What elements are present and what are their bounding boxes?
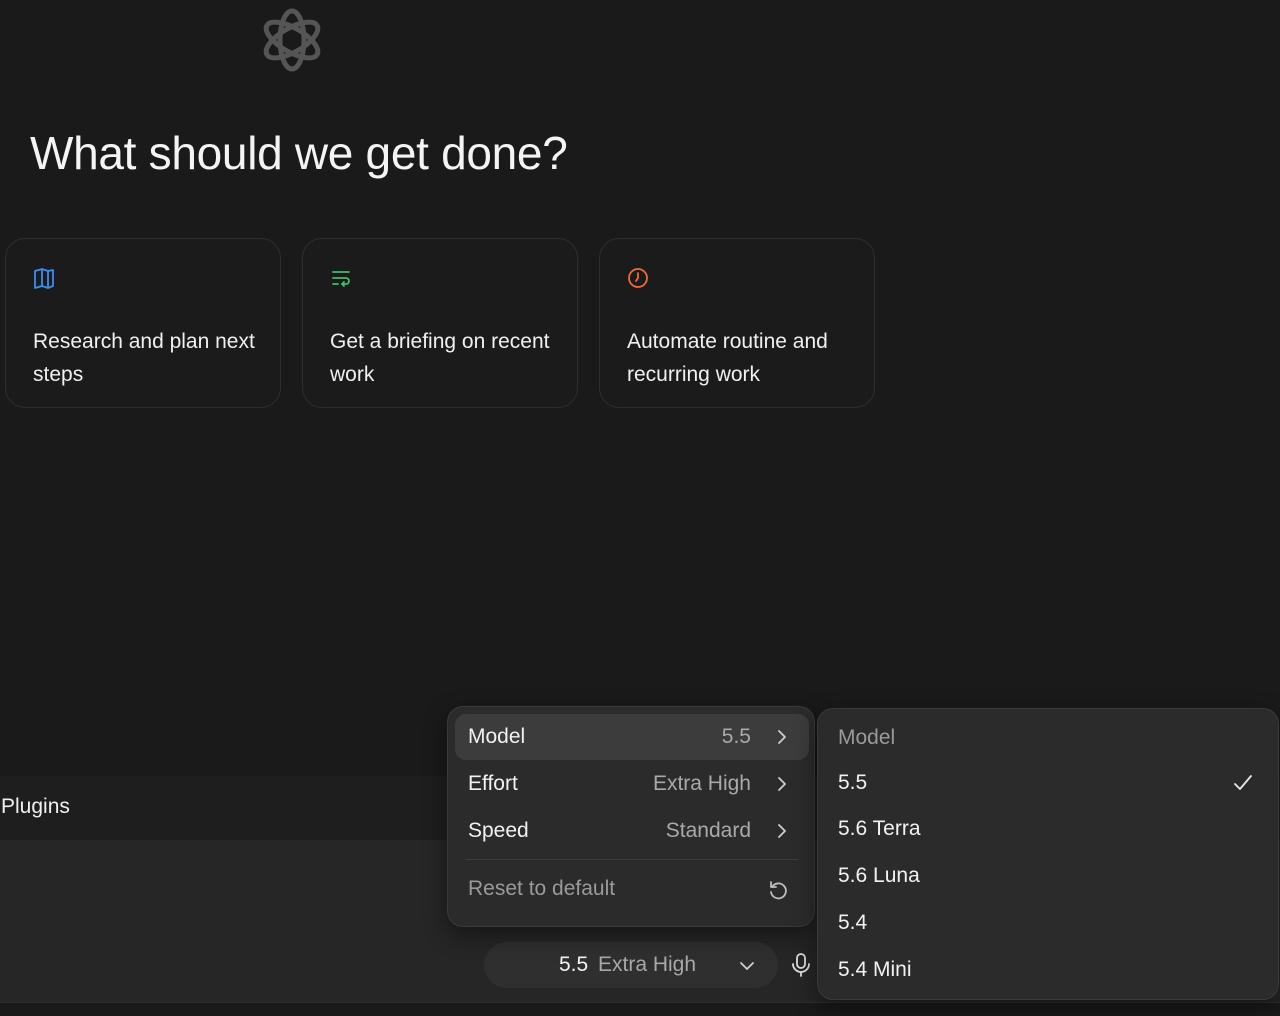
reset-to-default-button[interactable]: Reset to default — [455, 866, 809, 912]
model-selector-model: 5.5 — [559, 953, 589, 976]
menu-item-label: Model — [468, 725, 526, 748]
model-option-5-6-terra[interactable]: 5.6 Terra — [826, 807, 1270, 851]
page-title: What should we get done? — [30, 127, 568, 179]
model-option-label: 5.5 — [838, 771, 868, 794]
menu-item-label: Reset to default — [468, 877, 616, 900]
clock-icon — [628, 268, 648, 288]
chevron-right-icon — [778, 824, 786, 838]
model-option-5-4[interactable]: 5.4 — [826, 901, 1270, 945]
book-open-icon — [34, 268, 54, 289]
model-selector-button[interactable]: 5.5 Extra High — [484, 942, 778, 988]
openai-logo-icon — [263, 8, 321, 72]
suggestion-card-briefing[interactable]: Get a briefing on recent work — [302, 238, 578, 408]
app-window: What should we get done? Research and pl… — [0, 0, 1280, 1016]
model-submenu: Model 5.5 5.6 Terra 5.6 Luna 5.4 5.4 Min… — [817, 708, 1279, 1000]
suggestion-card-text: Automate routine and recurring work — [627, 330, 828, 386]
model-option-5-5[interactable]: 5.5 — [826, 761, 1270, 805]
model-option-label: 5.4 — [838, 911, 868, 934]
model-selector-effort: Extra High — [598, 953, 697, 976]
model-option-5-4-mini[interactable]: 5.4 Mini — [826, 948, 1270, 992]
checkmark-icon — [1234, 775, 1252, 790]
menu-item-value: Standard — [665, 819, 751, 842]
model-option-5-6-luna[interactable]: 5.6 Luna — [826, 854, 1270, 898]
plugins-label[interactable]: Plugins — [1, 795, 70, 819]
menu-item-effort[interactable]: Effort Extra High — [455, 761, 809, 807]
model-settings-menu: Model 5.5 Effort Extra High Speed Standa… — [447, 706, 815, 927]
chevron-right-icon — [778, 730, 786, 744]
menu-item-value: Extra High — [652, 772, 751, 795]
model-option-label: 5.4 Mini — [838, 958, 912, 981]
chevron-right-icon — [778, 777, 786, 791]
list-wrap-icon — [332, 271, 350, 287]
menu-item-label: Effort — [468, 772, 518, 795]
menu-item-model[interactable]: Model 5.5 — [455, 714, 809, 760]
suggestion-card-text: Get a briefing on recent work — [330, 330, 550, 386]
suggestion-card-research[interactable]: Research and plan next steps — [5, 238, 281, 408]
submenu-title: Model — [838, 726, 896, 749]
suggestion-card-automate[interactable]: Automate routine and recurring work — [599, 238, 875, 408]
menu-divider — [466, 859, 798, 860]
model-option-label: 5.6 Terra — [838, 817, 921, 840]
chevron-down-icon — [740, 962, 754, 970]
microphone-icon[interactable] — [790, 952, 812, 978]
menu-item-speed[interactable]: Speed Standard — [455, 808, 809, 854]
suggestion-card-text: Research and plan next steps — [33, 330, 255, 386]
menu-item-value: 5.5 — [721, 725, 751, 748]
menu-item-label: Speed — [468, 819, 529, 842]
model-option-label: 5.6 Luna — [838, 864, 920, 887]
reset-icon — [770, 881, 787, 900]
